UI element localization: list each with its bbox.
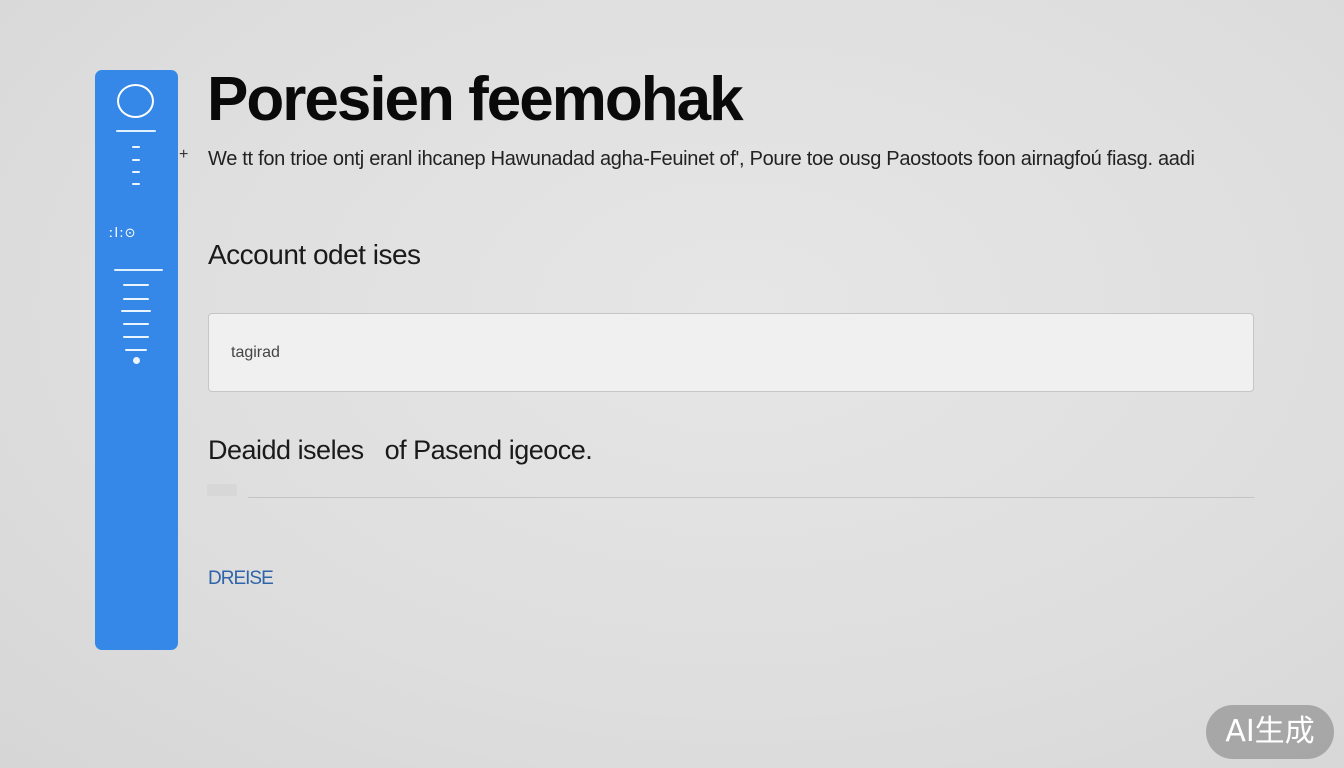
sidebar: ːI:⊙ — [95, 70, 178, 650]
sidebar-tick — [132, 159, 140, 161]
sidebar-tick — [123, 284, 149, 286]
dot-icon — [133, 357, 140, 364]
sidebar-tick — [125, 349, 147, 351]
sidebar-glyph-label[interactable]: ːI:⊙ — [109, 226, 137, 241]
ai-generated-badge: AI生成 — [1206, 705, 1334, 759]
sidebar-tick — [132, 171, 140, 173]
sidebar-tick — [132, 146, 140, 148]
account-input[interactable] — [208, 313, 1254, 392]
page-description: We tt fon trioe ontj eranl ihcanep Hawun… — [208, 148, 1195, 170]
sidebar-divider-mid — [114, 269, 163, 271]
circle-icon[interactable] — [117, 84, 154, 118]
account-section-title: Account odet ises — [208, 239, 421, 270]
sidebar-tick — [123, 323, 149, 325]
sidebar-tick — [121, 310, 151, 312]
sidebar-tick — [123, 298, 149, 300]
plus-icon[interactable]: + — [179, 146, 188, 164]
faded-label — [207, 484, 237, 496]
sidebar-tick — [132, 183, 140, 185]
page-title: Poresien feemohak — [207, 65, 744, 134]
sidebar-tick — [123, 336, 149, 338]
sidebar-divider-top — [116, 130, 156, 132]
details-section-title: Deaidd iseles of Pasend igeoce. — [208, 435, 593, 465]
section-divider — [248, 497, 1254, 498]
footer-link[interactable]: DREISE — [208, 568, 274, 590]
